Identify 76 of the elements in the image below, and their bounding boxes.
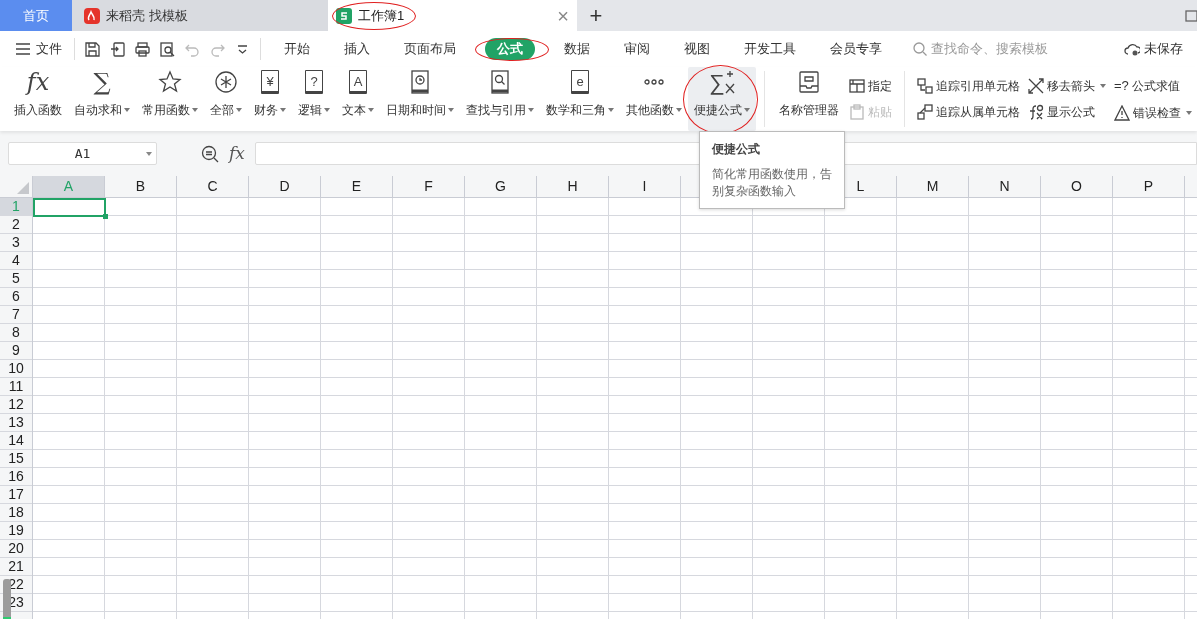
row-header[interactable]: 18 [0,504,32,522]
book-icon: A [349,70,367,94]
ribbon-tab[interactable]: 开发工具 [739,39,801,59]
ribbon-button[interactable]: =? 公式求值 [1114,76,1192,96]
ribbon-button[interactable]: ? 逻辑 [292,67,336,131]
row-header[interactable]: 4 [0,252,32,270]
row-header[interactable]: 21 [0,558,32,576]
book-icon: e [571,70,589,94]
column-header[interactable]: N [969,176,1041,197]
book-icon: ¥ [261,70,279,94]
row-header[interactable]: 11 [0,378,32,396]
ribbon-tab[interactable]: 审阅 [619,39,655,59]
ribbon-button[interactable]: 日期和时间 [380,67,460,131]
tab[interactable]: 工作簿1 × [328,0,577,31]
ribbon-button[interactable]: 全部 [204,67,248,131]
column-header[interactable]: E [321,176,393,197]
book-icon: ? [305,70,323,94]
ribbon-button[interactable]: 常用函数 [136,67,204,131]
ribbon-button[interactable]: 追踪引用单元格 [917,77,1020,95]
column-header[interactable]: M [897,176,969,197]
ribbon-button[interactable]: 移去箭头 [1028,77,1106,95]
row-header[interactable]: 16 [0,468,32,486]
row-header[interactable]: 20 [0,540,32,558]
row-header[interactable]: 15 [0,450,32,468]
column-header[interactable]: P [1113,176,1185,197]
ribbon-button[interactable]: 错误检查 [1114,103,1192,122]
row-header[interactable]: 19 [0,522,32,540]
ribbon-button[interactable]: ¥ 财务 [248,67,292,131]
ribbon-tab[interactable]: 开始 [279,39,315,59]
search-field[interactable]: 查找命令、搜索模板 [913,39,1113,59]
ribbon-button[interactable]: 其他函数 [620,67,688,131]
new-tab-button[interactable]: + [577,0,615,31]
file-menu[interactable]: 文件 [0,31,74,67]
column-header[interactable]: G [465,176,537,197]
save-status[interactable]: 未保存 [1124,39,1197,59]
ribbon-tab[interactable]: 页面布局 [399,39,461,59]
tooltip-title: 便捷公式 [712,141,761,158]
row-header[interactable]: 10 [0,360,32,378]
column-header[interactable]: H [537,176,609,197]
ribbon-button[interactable]: fx 插入函数 [8,67,68,131]
ribbon-button[interactable]: 显示公式 [1028,103,1106,121]
ribbon-tab[interactable]: 会员专享 [825,39,887,59]
ribbon-button[interactable]: 指定 [849,77,892,95]
row-header[interactable]: 6 [0,288,32,306]
fx-button[interactable]: fx [229,140,245,167]
row-header[interactable]: 14 [0,432,32,450]
row-header[interactable]: 13 [0,414,32,432]
ribbon-button[interactable]: 查找与引用 [460,67,540,131]
row-header[interactable]: 8 [0,324,32,342]
column-header[interactable]: O [1041,176,1113,197]
ribbon-button[interactable]: 追踪从属单元格 [917,103,1020,121]
name-box[interactable]: A1 [8,142,157,165]
ribbon-button[interactable]: 名称管理器 [773,67,845,131]
column-header[interactable]: B [105,176,177,197]
formula-icon: fx [26,67,50,97]
row-header[interactable]: 2 [0,216,32,234]
tab[interactable]: 来稻壳 找模板 [72,0,328,31]
ribbon-button[interactable]: ∑ 自动求和 [68,67,136,131]
column-header[interactable]: I [609,176,681,197]
close-tab-button[interactable]: × [557,5,569,26]
row-header[interactable]: 17 [0,486,32,504]
column-header[interactable]: D [249,176,321,197]
formula-icon: ∑ [93,67,111,97]
ribbon-button[interactable]: e 数学和三角 [540,67,620,131]
row-header[interactable]: 3 [0,234,32,252]
column-header[interactable]: C [177,176,249,197]
ribbon-button[interactable]: A 文本 [336,67,380,131]
ribbon-tab[interactable]: 视图 [679,39,715,59]
ribbon-tab[interactable]: 插入 [339,39,375,59]
row-header[interactable]: 12 [0,396,32,414]
formula-icon: =? [1114,76,1129,96]
row-header[interactable]: 9 [0,342,32,360]
row-header[interactable]: 7 [0,306,32,324]
ribbon-tab[interactable]: 数据 [559,39,595,59]
row-header[interactable]: 5 [0,270,32,288]
column-header[interactable]: F [393,176,465,197]
